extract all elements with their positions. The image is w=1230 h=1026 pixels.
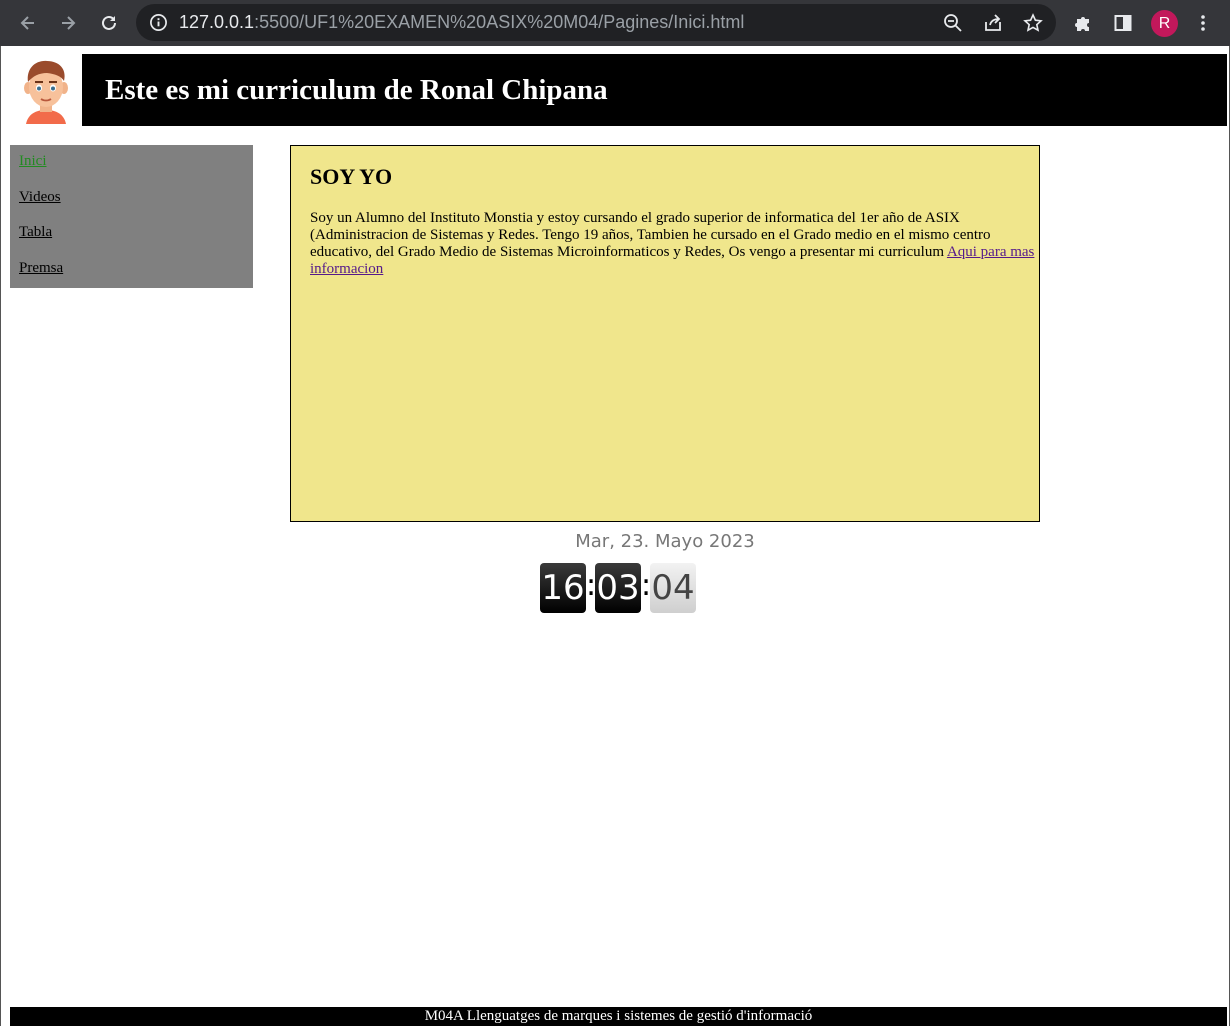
extensions-button[interactable] <box>1071 11 1095 35</box>
menu-button[interactable] <box>1191 11 1215 35</box>
url-host: 127.0.0.1 <box>179 12 255 32</box>
profile-avatar[interactable]: R <box>1151 10 1178 37</box>
forward-arrow-icon <box>62 16 76 30</box>
zoom-button[interactable] <box>942 12 964 34</box>
address-bar[interactable]: 127.0.0.1:5500/UF1%20EXAMEN%20ASIX%20M04… <box>136 4 1056 41</box>
page-footer: M04A Llenguatges de marques i sistemes d… <box>10 1007 1227 1026</box>
sidebar-item-premsa[interactable]: Premsa <box>19 260 63 277</box>
clock-seconds: 04 <box>650 563 696 613</box>
clock-minutes: 03 <box>595 563 641 613</box>
sidebar-item-videos[interactable]: Videos <box>19 189 61 206</box>
forward-button[interactable] <box>52 7 84 39</box>
sidebar-item-inici[interactable]: Inici <box>19 153 47 170</box>
zoom-icon <box>944 14 962 32</box>
bookmark-button[interactable] <box>1022 12 1044 34</box>
side-panel-button[interactable] <box>1111 11 1135 35</box>
page-title: Este es mi curriculum de Ronal Chipana <box>105 74 608 106</box>
clock-hours: 16 <box>540 563 586 613</box>
url-text[interactable]: 127.0.0.1:5500/UF1%20EXAMEN%20ASIX%20M04… <box>179 12 744 33</box>
kebab-menu-icon <box>1201 15 1205 31</box>
side-panel-icon <box>1114 15 1132 31</box>
url-path: :5500/UF1%20EXAMEN%20ASIX%20M04/Pagines/… <box>254 12 745 32</box>
share-button[interactable] <box>982 12 1004 34</box>
page-viewport: Este es mi curriculum de Ronal Chipana I… <box>0 46 1230 1026</box>
page-header: Este es mi curriculum de Ronal Chipana <box>82 54 1227 126</box>
puzzle-icon <box>1075 17 1089 31</box>
info-icon[interactable] <box>149 13 168 32</box>
date-display: Mar, 23. Mayo 2023 <box>575 531 755 552</box>
back-button[interactable] <box>12 7 44 39</box>
back-arrow-icon <box>20 16 34 30</box>
sidebar-item-tabla[interactable]: Tabla <box>19 224 52 241</box>
star-icon <box>1023 13 1043 32</box>
clock-separator: : <box>641 568 652 603</box>
reload-icon <box>102 15 116 30</box>
about-text: Soy un Alumno del Instituto Monstia y es… <box>310 210 991 260</box>
about-me-box: SOY YO Soy un Alumno del Instituto Monst… <box>290 145 1040 522</box>
about-paragraph: Soy un Alumno del Instituto Monstia y es… <box>310 210 1038 278</box>
section-heading: SOY YO <box>310 164 393 189</box>
clock-separator: : <box>586 568 597 603</box>
browser-toolbar: 127.0.0.1:5500/UF1%20EXAMEN%20ASIX%20M04… <box>0 0 1230 46</box>
sidebar-nav: Inici Videos Tabla Premsa <box>10 145 253 288</box>
boy-avatar-icon <box>10 54 82 126</box>
reload-button[interactable] <box>93 7 125 39</box>
share-icon <box>985 14 1001 31</box>
